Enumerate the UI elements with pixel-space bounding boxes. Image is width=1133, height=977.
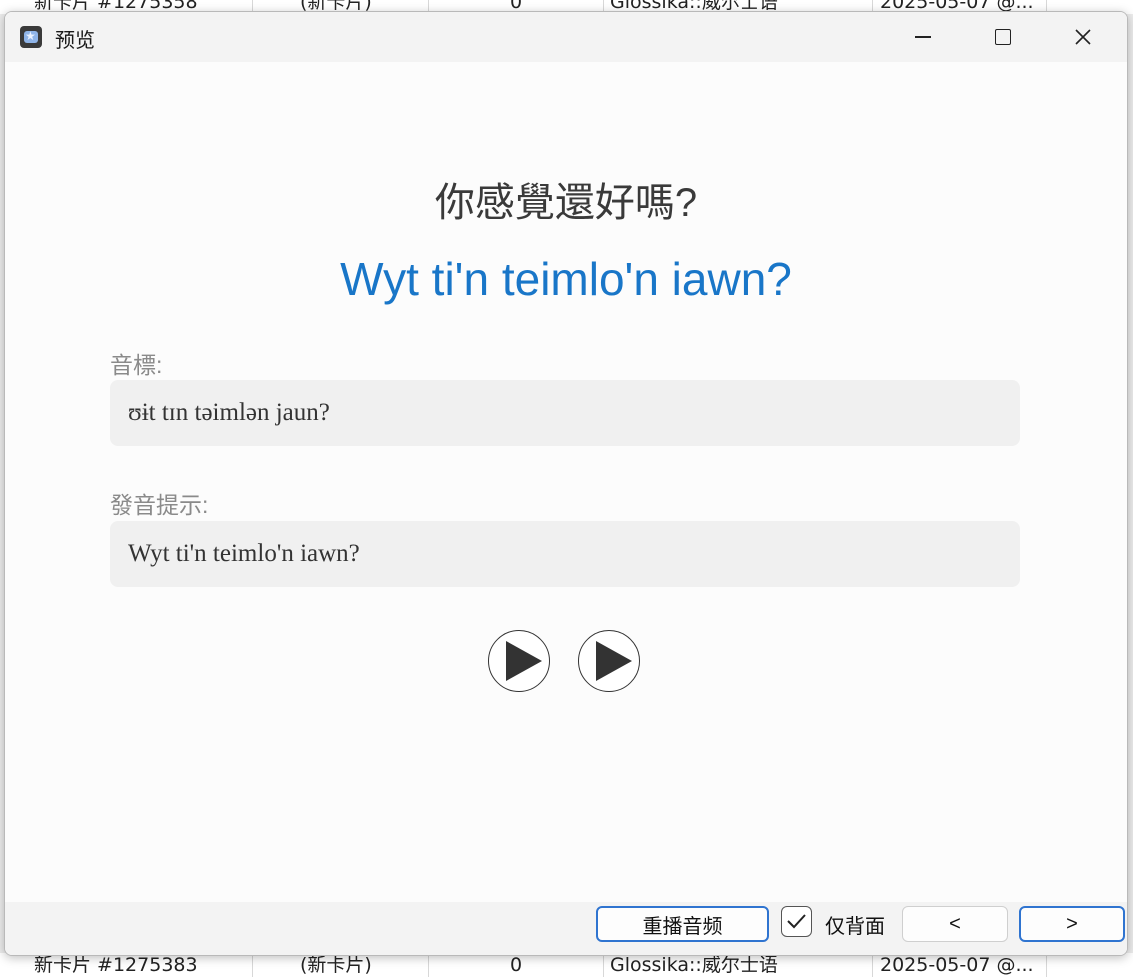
maximize-icon [995, 29, 1011, 45]
close-button[interactable] [1043, 12, 1123, 62]
back-only-label[interactable]: 仅背面 [825, 910, 885, 939]
play-audio-button-1[interactable] [488, 630, 550, 692]
minimize-button[interactable] [883, 12, 963, 62]
anki-star-icon: ★ [20, 26, 42, 48]
maximize-button[interactable] [963, 12, 1043, 62]
replay-audio-button[interactable]: 重播音频 [596, 906, 769, 942]
cell-type: (新卡片) [300, 953, 429, 977]
preview-dialog: ★ 预览 你感覺還好嗎? Wyt ti'n teimlo'n iawn? 音標:… [4, 11, 1128, 956]
play-icon [506, 641, 542, 681]
checkmark-icon [787, 914, 806, 929]
hint-box: Wyt ti'n teimlo'n iawn? [110, 521, 1020, 587]
card-preview-area: 你感覺還好嗎? Wyt ti'n teimlo'n iawn? 音標: ʊɨt … [5, 62, 1127, 902]
phonetic-box: ʊɨt tɪn təimlən jaun? [110, 380, 1020, 446]
next-card-button[interactable]: > [1019, 906, 1125, 942]
background-table-row-bottom: 新卡片 #1275383 (新卡片) 0 Glossika::威尔士语 2025… [0, 953, 1133, 977]
cell-count: 0 [510, 953, 604, 977]
previous-card-button[interactable]: < [902, 906, 1008, 942]
phonetic-label: 音標: [110, 352, 163, 378]
window-title: 预览 [55, 28, 95, 52]
question-chinese: 你感覺還好嗎? [434, 181, 698, 225]
close-icon [1075, 29, 1091, 45]
minimize-icon [915, 36, 931, 38]
hint-value: Wyt ti'n teimlo'n iawn? [128, 540, 360, 567]
hint-label: 發音提示: [110, 492, 209, 518]
play-audio-button-2[interactable] [578, 630, 640, 692]
back-only-checkbox[interactable] [781, 906, 812, 937]
cell-deck: Glossika::威尔士语 [610, 953, 873, 977]
bottom-toolbar: 重播音频 仅背面 < > [5, 902, 1127, 955]
phonetic-value: ʊɨt tɪn təimlən jaun? [128, 399, 330, 426]
play-icon [596, 641, 632, 681]
title-bar[interactable]: ★ 预览 [5, 12, 1127, 62]
cell-date: 2025-05-07 @... [880, 953, 1047, 977]
question-welsh: Wyt ti'n teimlo'n iawn? [340, 253, 792, 305]
cell-card-name: 新卡片 #1275383 [34, 953, 253, 977]
